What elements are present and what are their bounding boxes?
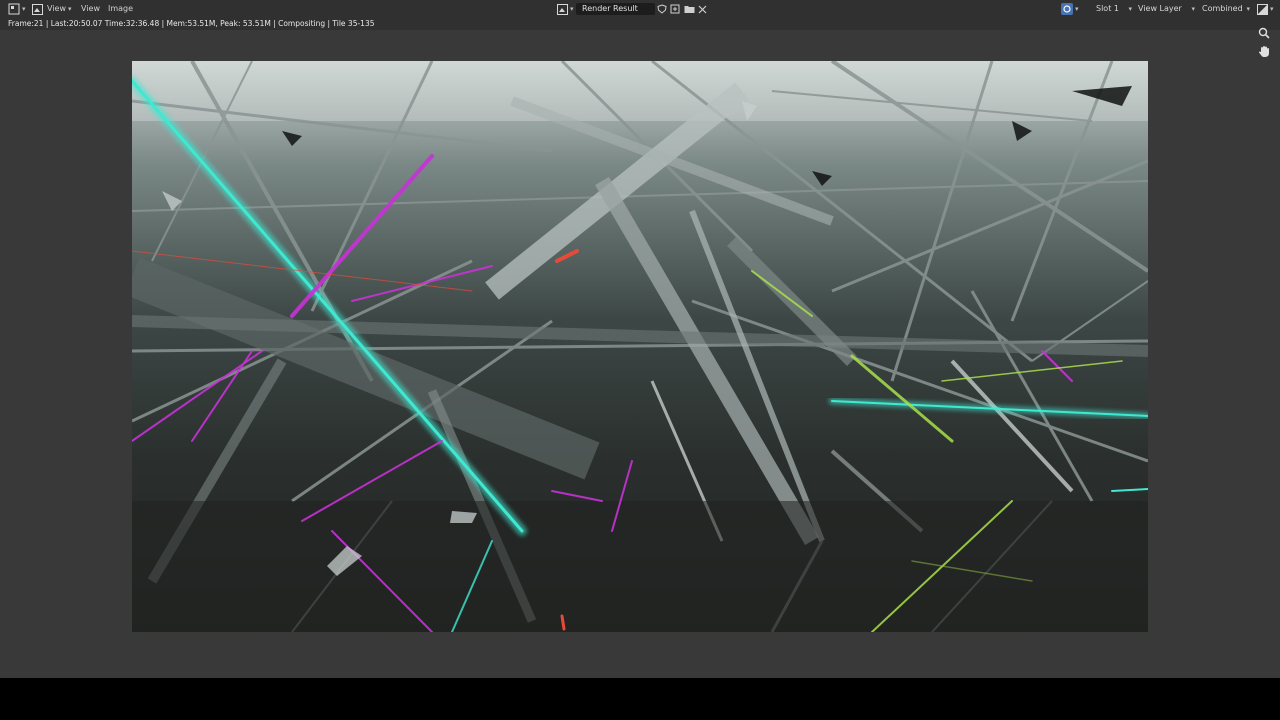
fake-user-button[interactable] xyxy=(657,2,667,16)
editor-type-button[interactable]: ▾ xyxy=(8,2,26,16)
new-image-button[interactable] xyxy=(670,2,680,16)
chevron-down-icon: ▾ xyxy=(68,5,72,13)
pan-button[interactable] xyxy=(1256,44,1272,60)
slot-label: Slot 1 xyxy=(1096,4,1119,13)
display-gizmo-icon xyxy=(1061,3,1073,15)
image-view-icon xyxy=(32,3,43,15)
image-browse-icon xyxy=(557,3,568,15)
display-channels-icon xyxy=(1257,3,1268,15)
view-layer-label: View Layer xyxy=(1138,4,1182,13)
render-image xyxy=(132,61,1148,632)
chevron-down-icon: ▾ xyxy=(570,5,574,13)
menu-image[interactable]: Image xyxy=(108,0,133,18)
menu-view[interactable]: View xyxy=(81,0,100,18)
chevron-down-icon: ▾ xyxy=(22,5,26,13)
display-channels-button[interactable]: ▾ xyxy=(1257,2,1274,16)
new-image-icon xyxy=(670,4,680,14)
zoom-button[interactable] xyxy=(1256,25,1272,41)
close-icon xyxy=(698,5,707,14)
folder-icon xyxy=(684,4,695,14)
view-mode-button[interactable] xyxy=(32,2,43,16)
chevron-down-icon: ▾ xyxy=(1191,5,1195,13)
image-browse-button[interactable]: ▾ xyxy=(557,2,574,16)
chevron-down-icon: ▾ xyxy=(1128,5,1132,13)
slot-dropdown[interactable]: Slot 1 ▾ xyxy=(1096,3,1132,15)
view-layer-dropdown[interactable]: View Layer ▾ xyxy=(1138,3,1195,15)
image-editor-icon xyxy=(8,3,20,15)
render-result-image xyxy=(132,61,1148,632)
hand-icon xyxy=(1258,43,1270,62)
chevron-down-icon: ▾ xyxy=(1270,5,1274,13)
zoom-icon xyxy=(1258,24,1270,43)
render-pass-dropdown[interactable]: Combined ▾ xyxy=(1202,3,1250,15)
chevron-down-icon: ▾ xyxy=(1075,5,1079,13)
render-pass-label: Combined xyxy=(1202,4,1243,13)
chevron-down-icon: ▾ xyxy=(1246,5,1250,13)
bottom-letterbox xyxy=(0,678,1280,720)
render-status-text: Frame:21 | Last:20:50.07 Time:32:36.48 |… xyxy=(8,19,375,28)
image-editor-header: ▾ View ▾ View Image ▾ Render Result ▾ Sl… xyxy=(0,0,1280,18)
open-image-button[interactable] xyxy=(684,2,695,16)
shield-icon xyxy=(657,4,667,14)
image-name-field[interactable]: Render Result xyxy=(576,3,655,15)
menu-view-dropdown[interactable]: View xyxy=(47,0,66,18)
unlink-image-button[interactable] xyxy=(698,2,707,16)
gizmo-toggle-button[interactable]: ▾ xyxy=(1061,2,1079,16)
